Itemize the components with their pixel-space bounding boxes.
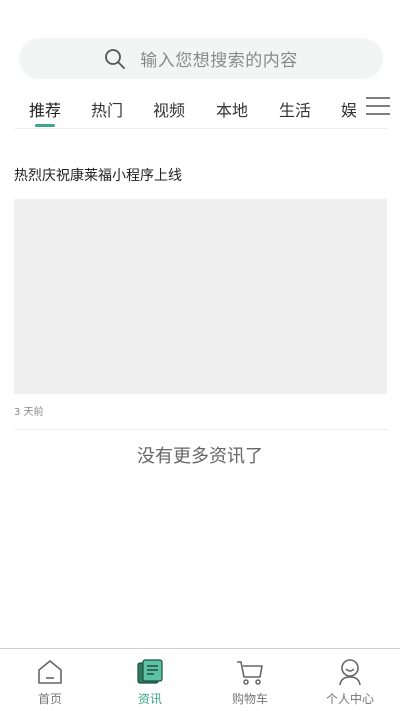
cart-icon <box>235 657 265 687</box>
hamburger-menu-icon <box>365 96 391 120</box>
search-bar[interactable]: 输入您想搜索的内容 <box>19 38 383 79</box>
search-icon <box>104 48 126 70</box>
active-tab-indicator <box>35 124 55 127</box>
news-item-time: 3 天前 <box>14 407 44 418</box>
nav-item-home[interactable]: 首页 <box>0 649 100 711</box>
tabs-menu-button[interactable] <box>356 88 400 128</box>
tab-life[interactable]: 生活 <box>279 97 311 121</box>
nav-label-cart: 购物车 <box>231 692 268 706</box>
news-icon <box>135 657 165 687</box>
home-icon <box>35 657 65 687</box>
news-item-title[interactable]: 热烈庆祝康莱福小程序上线 <box>14 165 182 185</box>
news-item-image[interactable] <box>14 199 387 394</box>
tab-video[interactable]: 视频 <box>153 97 185 121</box>
profile-icon <box>335 657 365 687</box>
nav-label-news: 资讯 <box>137 692 162 706</box>
nav-label-home: 首页 <box>37 692 62 706</box>
end-of-list-text: 没有更多资讯了 <box>137 446 263 467</box>
nav-label-profile: 个人中心 <box>325 692 374 706</box>
bottom-nav: 首页 资讯 购物车 个人中心 <box>0 648 400 711</box>
nav-item-news[interactable]: 资讯 <box>100 649 200 711</box>
search-placeholder[interactable]: 输入您想搜索的内容 <box>140 46 298 71</box>
category-tabs: 推荐 热门 视频 本地 生活 娱 <box>0 88 400 128</box>
nav-item-cart[interactable]: 购物车 <box>200 649 300 711</box>
tab-local[interactable]: 本地 <box>216 97 248 121</box>
tab-entertainment[interactable]: 娱 <box>341 97 357 121</box>
tab-hot[interactable]: 热门 <box>91 97 123 121</box>
tab-recommended[interactable]: 推荐 <box>29 97 61 121</box>
nav-item-profile[interactable]: 个人中心 <box>300 649 400 711</box>
news-divider <box>14 429 388 430</box>
tabs-divider <box>14 128 388 129</box>
